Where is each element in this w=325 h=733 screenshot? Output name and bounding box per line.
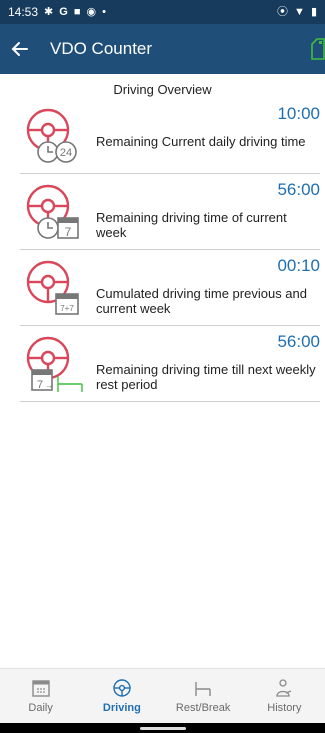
bed-icon bbox=[195, 682, 211, 696]
status-bar: 14:53 ✱ G ■ ◉ • ⦿ ▼ ▮ bbox=[0, 0, 325, 24]
back-arrow-icon bbox=[11, 42, 28, 56]
badge-text: 7 bbox=[37, 379, 43, 391]
driving-time-value: 56:00 bbox=[277, 180, 320, 199]
driving-time-label: Cumulated driving time previous and curr… bbox=[96, 286, 307, 316]
driving-card-weekly[interactable]: 7 56:00 Remaining driving time of curren… bbox=[20, 176, 320, 250]
device-status-icon[interactable] bbox=[311, 38, 325, 60]
driving-time-value: 10:00 bbox=[277, 104, 320, 123]
driving-time-value: 56:00 bbox=[277, 332, 320, 351]
nav-label: History bbox=[267, 702, 302, 714]
nav-driving[interactable]: Driving bbox=[81, 669, 162, 723]
location-icon: ⦿ bbox=[277, 5, 289, 18]
google-icon: G bbox=[59, 5, 68, 18]
status-time: 14:53 bbox=[8, 5, 39, 19]
nav-rest-break[interactable]: Rest/Break bbox=[163, 669, 244, 723]
two-week-driving-icon: 7+7 bbox=[24, 258, 88, 318]
bottom-navigation: Daily Driving Rest/Break History bbox=[0, 668, 325, 723]
wifi-icon: ▼ bbox=[294, 5, 305, 18]
driving-time-value: 00:10 bbox=[277, 256, 320, 275]
driving-card-rest-period[interactable]: 7 → 56:00 Remaining driving time till ne… bbox=[20, 328, 320, 402]
badge-text: 7 bbox=[65, 225, 72, 239]
nav-label: Daily bbox=[28, 702, 53, 714]
nav-history[interactable]: History bbox=[244, 669, 325, 723]
badge-text: 24 bbox=[60, 147, 72, 159]
weekly-driving-icon: 7 bbox=[24, 182, 88, 242]
badge-text: 7+7 bbox=[60, 304, 74, 313]
rest-period-driving-icon: 7 → bbox=[24, 334, 88, 394]
section-title: Driving Overview bbox=[113, 82, 212, 97]
gesture-handle[interactable] bbox=[140, 727, 186, 730]
square-icon: ■ bbox=[73, 5, 81, 18]
driving-card-daily[interactable]: 24 10:00 Remaining Current daily driving… bbox=[20, 100, 320, 174]
steering-wheel-icon bbox=[113, 679, 131, 697]
dot-icon: • bbox=[102, 5, 106, 18]
driving-time-label: Remaining Current daily driving time bbox=[96, 134, 306, 149]
record-icon: ◉ bbox=[86, 5, 97, 18]
back-button[interactable] bbox=[0, 24, 40, 74]
nav-label: Driving bbox=[102, 702, 141, 714]
driving-time-label: Remaining driving time till next weekly … bbox=[96, 362, 316, 392]
app-bar: VDO Counter bbox=[0, 24, 325, 74]
nav-label: Rest/Break bbox=[175, 702, 231, 714]
nav-daily[interactable]: Daily bbox=[0, 669, 81, 723]
person-icon bbox=[276, 679, 292, 697]
calendar-icon bbox=[31, 680, 50, 697]
daily-driving-icon: 24 bbox=[24, 106, 88, 166]
driving-card-two-week[interactable]: 7+7 00:10 Cumulated driving time previou… bbox=[20, 252, 320, 326]
battery-icon: ▮ bbox=[310, 5, 317, 18]
app-title: VDO Counter bbox=[50, 39, 153, 58]
settings-icon: ✱ bbox=[44, 5, 54, 18]
svg-text:→: → bbox=[45, 380, 54, 390]
driving-time-label: Remaining driving time of current week bbox=[96, 210, 287, 240]
